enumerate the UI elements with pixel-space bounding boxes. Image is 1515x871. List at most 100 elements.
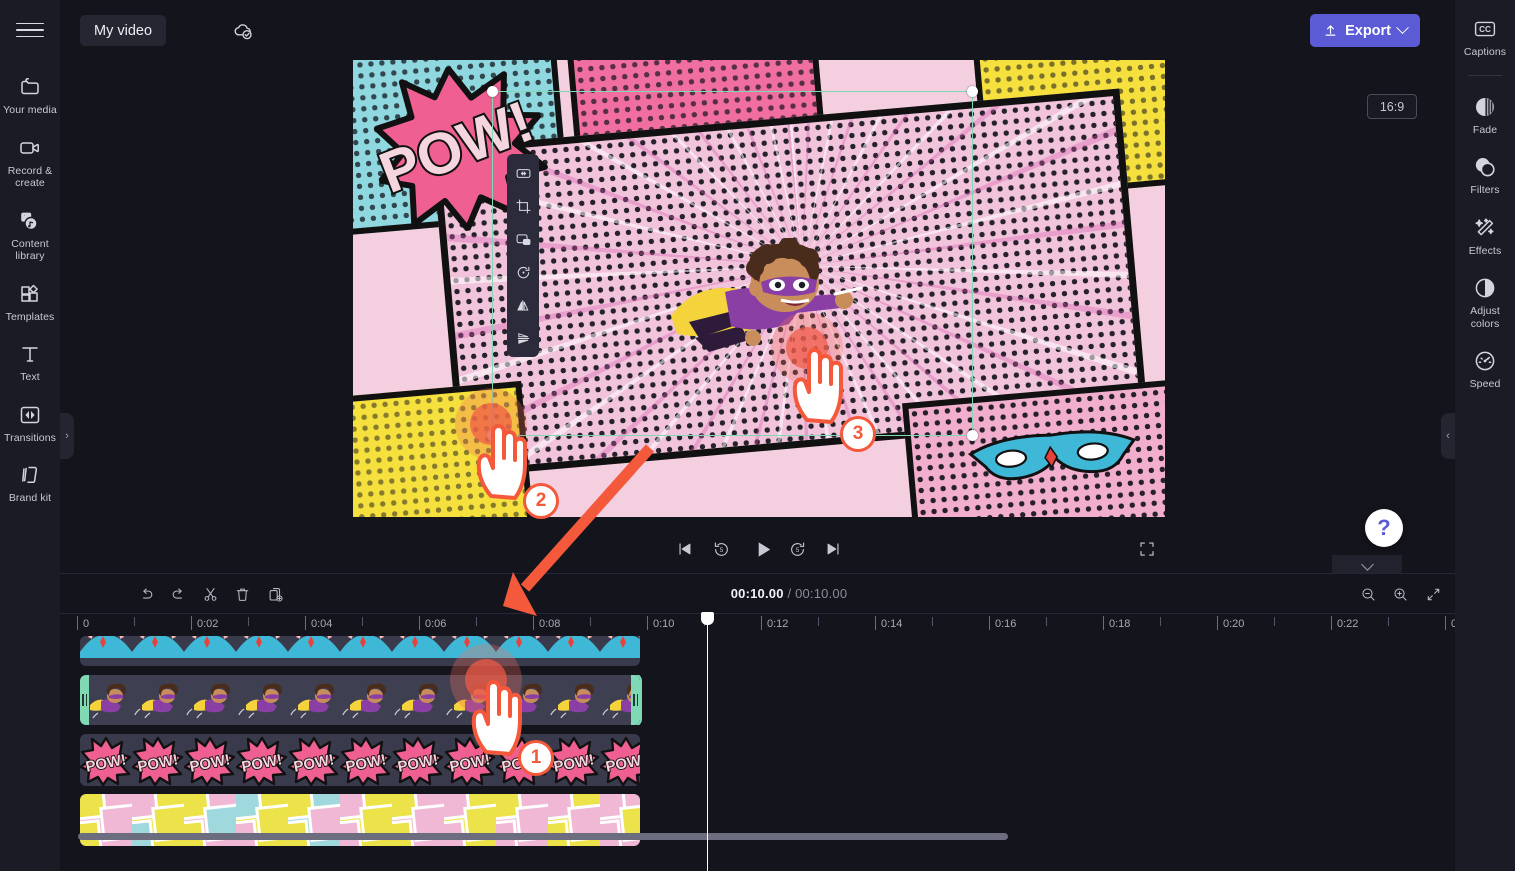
clip-thumbnail	[496, 675, 548, 725]
trim-handle-left[interactable]	[80, 675, 89, 725]
duplicate-button[interactable]	[262, 582, 288, 606]
text-icon	[18, 342, 42, 366]
skip-to-start-button[interactable]	[671, 535, 699, 563]
ruler-label: 0:08	[539, 618, 561, 630]
redo-button[interactable]	[165, 582, 191, 606]
trim-handle-right[interactable]	[631, 675, 640, 725]
fit-to-timeline-button[interactable]	[1420, 582, 1446, 606]
timeline-ruler[interactable]: 0 0:02 0:04 0:06 0:08 0:10 0:12 0:14 0:16 0:18 0:2…	[60, 614, 1515, 636]
ruler-tick-major	[1331, 616, 1332, 630]
clip-thumbnail: POW!	[496, 734, 548, 786]
property-item-fade[interactable]: Fade	[1455, 86, 1515, 144]
zoom-out-button[interactable]	[1355, 582, 1381, 606]
picture-in-picture-icon[interactable]	[511, 227, 535, 251]
clip-pow-sticker[interactable]: POW! POW! POW! POW! POW! POW! POW! POW! …	[80, 734, 640, 786]
clip-thumbnail	[288, 636, 340, 666]
property-item-captions[interactable]: CC Captions	[1455, 8, 1515, 66]
clip-thumbnail	[80, 636, 132, 666]
aspect-ratio-badge[interactable]: 16:9	[1367, 94, 1417, 119]
split-button[interactable]	[197, 582, 223, 606]
video-canvas[interactable]: POW!	[353, 60, 1165, 517]
timeline-horizontal-scrollbar[interactable]	[78, 833, 1008, 840]
ruler-tick-minor	[362, 617, 363, 626]
sidebar-item-brand-kit[interactable]: Brand kit	[0, 454, 60, 512]
forward-5-seconds-button[interactable]: 5	[783, 535, 811, 563]
help-button[interactable]: ?	[1365, 509, 1403, 547]
total-time: 00:10.00	[795, 586, 848, 601]
ruler-tick-major	[77, 616, 78, 630]
resize-handle-bottom-right[interactable]	[967, 430, 978, 441]
ruler-tick-minor	[134, 617, 135, 626]
ruler-tick-minor	[1274, 617, 1275, 626]
collapse-right-panel-button[interactable]: ‹	[1441, 413, 1455, 459]
resize-handle-bottom-left[interactable]	[487, 430, 498, 441]
filters-icon	[1473, 155, 1497, 179]
top-bar: My video Export	[60, 0, 1455, 60]
ruler-tick-minor	[248, 617, 249, 626]
sidebar-item-transitions[interactable]: Transitions	[0, 394, 60, 452]
adjust-colors-icon	[1473, 276, 1497, 300]
clip-thumbnail	[444, 675, 496, 725]
zoom-in-button[interactable]	[1387, 582, 1413, 606]
ruler-tick-major	[647, 616, 648, 630]
selection-frame[interactable]	[487, 86, 978, 441]
clip-thumbnail: POW!	[288, 734, 340, 786]
sidebar-label: Content library	[11, 237, 49, 263]
sidebar-label: Templates	[5, 310, 55, 323]
hamburger-menu-icon[interactable]	[16, 18, 44, 42]
sidebar-item-record-create[interactable]: Record & create	[0, 127, 60, 197]
sidebar-label: Transitions	[3, 431, 57, 444]
crop-icon[interactable]	[511, 194, 535, 218]
expand-left-panel-button[interactable]: ›	[60, 413, 74, 459]
property-item-effects[interactable]: Effects	[1455, 207, 1515, 265]
project-name-input[interactable]: My video	[80, 15, 167, 46]
flip-horizontal-icon[interactable]	[511, 293, 535, 317]
property-label: Effects	[1468, 244, 1502, 257]
ruler-tick-major	[1217, 616, 1218, 630]
sidebar-item-templates[interactable]: Templates	[0, 273, 60, 331]
upload-icon	[1325, 25, 1336, 36]
clip-thumbnail	[392, 636, 444, 666]
ruler-tick-major	[533, 616, 534, 630]
clip-mask-overlay[interactable]	[80, 636, 640, 666]
playhead[interactable]	[701, 612, 714, 871]
templates-icon	[18, 282, 42, 306]
timeline: 00:10.00 / 00:10.00 0 0:02 0:04 0:06 0:0…	[60, 573, 1515, 871]
rewind-5-seconds-button[interactable]: 5	[707, 535, 735, 563]
fit-to-screen-icon[interactable]	[511, 161, 535, 185]
ruler-tick-major	[875, 616, 876, 630]
delete-button[interactable]	[229, 582, 255, 606]
svg-text:5: 5	[719, 547, 723, 554]
ruler-label: 0:12	[767, 618, 789, 630]
sidebar-item-your-media[interactable]: Your media	[0, 66, 60, 124]
sidebar-item-content-library[interactable]: Content library	[0, 200, 60, 270]
export-button[interactable]: Export	[1310, 14, 1420, 47]
clip-thumbnail: POW!	[132, 734, 184, 786]
flip-vertical-icon[interactable]	[511, 326, 535, 350]
play-button[interactable]	[747, 533, 779, 565]
left-sidebar: Your media Record & create Content libra…	[0, 0, 60, 871]
clip-thumbnail	[444, 636, 496, 666]
undo-button[interactable]	[133, 582, 159, 606]
sidebar-item-text[interactable]: Text	[0, 333, 60, 391]
time-readout: 00:10.00 / 00:10.00	[689, 586, 889, 601]
resize-handle-top-left[interactable]	[487, 86, 498, 97]
clip-thumbnail	[496, 636, 548, 666]
player-controls: 5 5	[60, 525, 1455, 573]
skip-to-end-button[interactable]	[819, 535, 847, 563]
export-label: Export	[1345, 22, 1391, 39]
resize-handle-top-right[interactable]	[967, 86, 978, 97]
sidebar-label: Text	[20, 371, 40, 383]
ruler-tick-minor	[932, 617, 933, 626]
fullscreen-button[interactable]	[1133, 535, 1161, 563]
chevron-down-icon	[1396, 21, 1409, 35]
clip-thumbnail	[236, 636, 288, 666]
rotate-icon[interactable]	[511, 260, 535, 284]
property-item-speed[interactable]: Speed	[1455, 340, 1515, 398]
ruler-tick-minor	[1160, 617, 1161, 626]
transitions-icon	[18, 403, 42, 427]
property-item-adjust-colors[interactable]: Adjust colors	[1455, 267, 1515, 337]
property-item-filters[interactable]: Filters	[1455, 146, 1515, 204]
ruler-label: 0:02	[197, 618, 219, 630]
clip-superhero-selected[interactable]	[80, 675, 642, 725]
